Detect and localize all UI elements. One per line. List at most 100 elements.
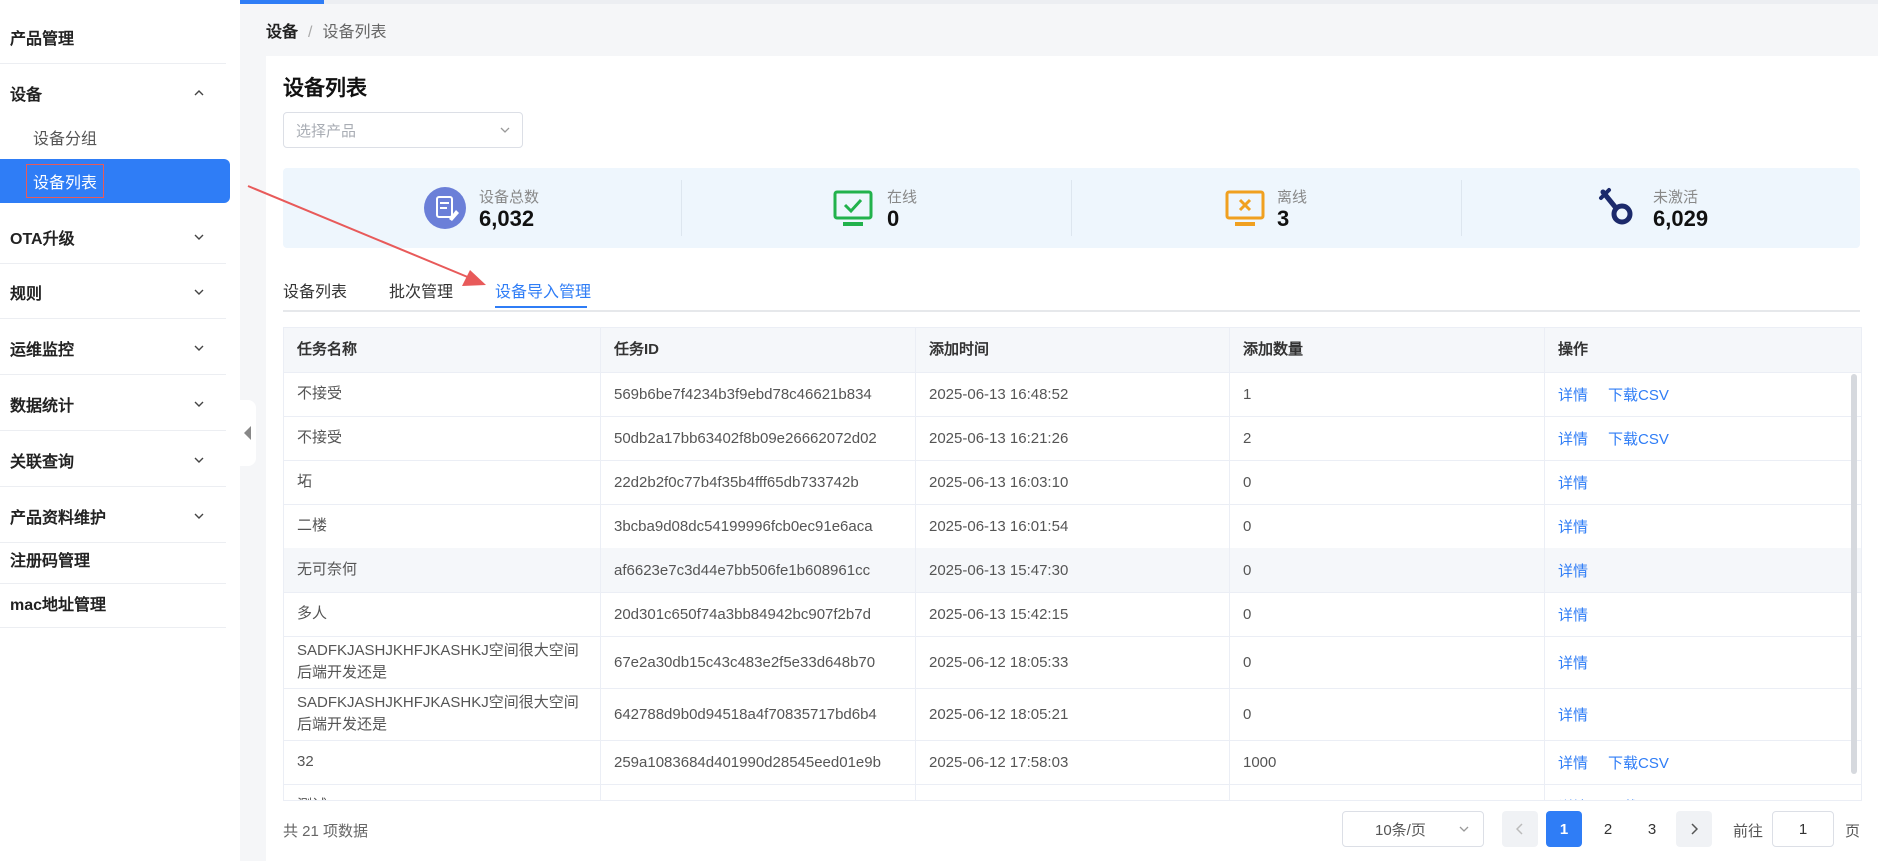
chevron-down-icon — [1459, 826, 1469, 832]
cell-actions: 详情 — [1545, 592, 1861, 636]
cell-task-name: 二楼 — [284, 504, 601, 548]
detail-link[interactable]: 详情 — [1558, 796, 1588, 801]
cell-task-id: 259a1083684d401990d28545eed01e9b — [601, 740, 916, 784]
column-header-actions: 操作 — [1558, 341, 1589, 358]
sidebar-item-related-query[interactable]: 关联查询 — [0, 433, 226, 487]
sidebar-item-mac-address[interactable]: mac地址管理 — [0, 578, 226, 628]
cell-actions: 详情下载CSV — [1545, 372, 1861, 416]
stat-unactivated: 未激活 6,029 — [1461, 168, 1851, 248]
cell-task-name: 32 — [284, 740, 601, 784]
cell-task-id: 3bcba9d08dc54199996fcb0ec91e6aca — [601, 504, 916, 548]
sidebar-item-ops-monitor[interactable]: 运维监控 — [0, 321, 226, 375]
cell-add-time: 2025-06-12 17:58:03 — [916, 740, 1230, 784]
sidebar-item-label: 数据统计 — [10, 397, 75, 415]
page-button-1[interactable]: 1 — [1546, 811, 1582, 847]
stat-label: 在线 — [887, 189, 918, 206]
tab-batch-management[interactable]: 批次管理 — [389, 278, 453, 302]
monitor-x-icon — [1225, 190, 1265, 226]
sidebar-item-label: 关联查询 — [10, 453, 75, 471]
cell-add-count: 0 — [1230, 688, 1545, 740]
sidebar-item-label: 设备分组 — [33, 131, 98, 148]
sidebar-item-label: 产品管理 — [10, 30, 75, 48]
download-csv-link[interactable]: 下载CSV — [1608, 796, 1669, 801]
table-row[interactable]: SADFKJASHJKHFJKASHKJ空间很大空间后端开发还是 642788d9… — [284, 688, 1861, 741]
download-csv-link[interactable]: 下载CSV — [1608, 428, 1669, 449]
cell-actions: 详情 下载CSV — [1545, 784, 1861, 801]
cell-add-count: 5000 — [1230, 784, 1545, 800]
cell-add-time: 2025-06-13 15:42:15 — [916, 592, 1230, 636]
caret-left-icon — [244, 426, 251, 440]
cell-task-id: 67e2a30db15c43c483e2f5e33d648b70 — [601, 636, 916, 688]
detail-link[interactable]: 详情 — [1558, 428, 1588, 449]
table-row[interactable]: SADFKJASHJKHFJKASHKJ空间很大空间后端开发还是 67e2a30d… — [284, 636, 1861, 689]
goto-page-input[interactable] — [1772, 811, 1834, 847]
goto-suffix: 页 — [1845, 823, 1861, 840]
sidebar-item-rules[interactable]: 规则 — [0, 265, 226, 319]
chevron-left-icon — [1516, 823, 1523, 835]
next-page-button[interactable] — [1676, 811, 1712, 847]
sidebar-item-ota[interactable]: OTA升级 — [0, 210, 226, 264]
stat-label: 设备总数 — [479, 189, 540, 206]
table-row[interactable]: 不接受 50db2a17bb63402f8b09e26662072d02 2025-… — [284, 416, 1861, 461]
product-select-placeholder: 选择产品 — [296, 122, 357, 140]
detail-link[interactable]: 详情 — [1558, 604, 1588, 625]
detail-link[interactable]: 详情 — [1558, 560, 1588, 581]
sidebar-item-label: 设备 — [10, 87, 43, 104]
table-row[interactable]: 多人 20d301c650f74a3bb84942bc907f2b7d 2025-0… — [284, 592, 1861, 637]
download-csv-link[interactable]: 下载CSV — [1608, 384, 1669, 405]
cell-add-time: 2025-06-04 10:22:04 — [916, 784, 1230, 800]
page-title: 设备列表 — [283, 77, 367, 100]
prev-page-button[interactable] — [1502, 811, 1538, 847]
sidebar-item-reg-code[interactable]: 注册码管理 — [0, 534, 226, 584]
column-header-add-count: 添加数量 — [1230, 328, 1545, 372]
table-row[interactable]: 测试7f0ff4f0ec5aa4fd8047e0cbf57854342025-0… — [284, 784, 1861, 801]
total-count: 共 21 项数据 — [283, 823, 369, 840]
table-row[interactable]: 32 259a1083684d401990d28545eed01e9b 2025-0… — [284, 740, 1861, 785]
breadcrumb-item[interactable]: 设备 — [266, 24, 298, 41]
tab-active-indicator — [495, 306, 587, 308]
detail-link[interactable]: 详情 — [1558, 704, 1588, 725]
page-size-value: 10条/页 — [1375, 821, 1426, 839]
stat-total: 设备总数 6,032 — [283, 168, 673, 248]
cell-add-count: 2 — [1230, 416, 1545, 460]
cell-task-id: af6623e7c3d44e7bb506fe1b608961cc — [601, 548, 916, 592]
sidebar-collapse-button[interactable] — [240, 400, 256, 466]
cell-add-count: 1 — [1230, 372, 1545, 416]
sidebar-item-product-management[interactable]: 产品管理 — [0, 10, 226, 64]
product-select[interactable]: 选择产品 — [283, 112, 523, 148]
table-row[interactable]: 二楼 3bcba9d08dc54199996fcb0ec91e6aca 2025-0… — [284, 504, 1861, 549]
table-scrollbar[interactable] — [1851, 374, 1857, 774]
sidebar-item-device[interactable]: 设备 — [0, 66, 226, 120]
sidebar-item-device-group[interactable]: 设备分组 — [0, 115, 230, 159]
cell-add-time: 2025-06-13 16:21:26 — [916, 416, 1230, 460]
page-size-select[interactable]: 10条/页 — [1342, 811, 1484, 847]
sidebar-item-label: 产品资料维护 — [10, 509, 107, 527]
cell-actions: 详情 — [1545, 548, 1861, 592]
cell-add-count: 0 — [1230, 592, 1545, 636]
cell-add-count: 1000 — [1230, 740, 1545, 784]
detail-link[interactable]: 详情 — [1558, 752, 1588, 773]
cell-actions: 详情 — [1545, 460, 1861, 504]
detail-link[interactable]: 详情 — [1558, 472, 1588, 493]
cell-add-time: 2025-06-12 18:05:33 — [916, 636, 1230, 688]
chevron-down-icon — [194, 345, 204, 351]
table-row[interactable]: 坧 22d2b2f0c77b4f35b4fff65db733742b 2025-06… — [284, 460, 1861, 505]
table-row[interactable]: 无可奈何 af6623e7c3d44e7bb506fe1b608961cc 2025… — [284, 548, 1861, 593]
tab-device-list[interactable]: 设备列表 — [283, 278, 347, 302]
breadcrumb: 设备 / 设备列表 — [266, 18, 386, 42]
chevron-down-icon — [194, 289, 204, 295]
sidebar-item-data-stats[interactable]: 数据统计 — [0, 377, 226, 431]
table-row[interactable]: 不接受 569b6be7f4234b3f9ebd78c46621b834 2025-… — [284, 372, 1861, 417]
detail-link[interactable]: 详情 — [1558, 384, 1588, 405]
sidebar-item-device-list[interactable]: 设备列表 — [0, 159, 230, 203]
page-button-2[interactable]: 2 — [1590, 811, 1626, 847]
unactivated-icon — [1599, 188, 1633, 225]
cell-task-id: 20d301c650f74a3bb84942bc907f2b7d — [601, 592, 916, 636]
detail-link[interactable]: 详情 — [1558, 652, 1588, 673]
column-header-add-time: 添加时间 — [916, 328, 1230, 372]
detail-link[interactable]: 详情 — [1558, 516, 1588, 537]
stat-offline: 离线 3 — [1071, 168, 1461, 248]
tab-device-import-management[interactable]: 设备导入管理 — [495, 278, 591, 302]
page-button-3[interactable]: 3 — [1634, 811, 1670, 847]
download-csv-link[interactable]: 下载CSV — [1608, 752, 1669, 773]
